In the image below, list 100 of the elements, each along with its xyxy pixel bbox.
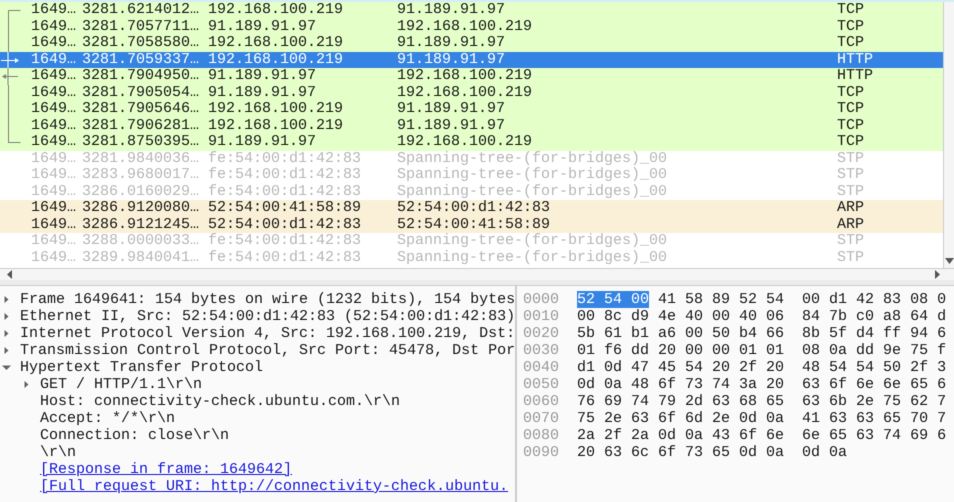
packet-protocol: ARP (837, 216, 866, 233)
hex-bytes: 01 f6 dd 20 00 00 01 01 (577, 342, 784, 359)
packet-row[interactable]: 1649… 3281.7906281… 192.168.100.219 91.189.91.97 TCP (0, 118, 943, 134)
detail-text: Transmission Control Protocol, Src Port: 45478, Dst Por (20, 342, 515, 359)
detail-text: Connection: close\r\n (40, 427, 230, 444)
packet-time: 3281.7905054… (82, 84, 200, 101)
packet-row[interactable]: 1649… 3281.7059337… 192.168.100.219 91.189.91.97 HTTP (0, 52, 943, 68)
packet-protocol: TCP (837, 84, 866, 101)
packet-number: 1649… (31, 200, 78, 216)
scroll-right-icon[interactable] (935, 270, 940, 279)
hex-offset: 0010 (523, 308, 560, 325)
packet-destination: Spanning-tree-(for-bridges)_00 (397, 150, 668, 167)
packet-source: fe:54:00:d1:42:83 (208, 233, 362, 250)
packet-source: fe:54:00:d1:42:83 (208, 250, 362, 266)
hex-bytes: 20 63 6c 6f 73 65 0d 0a (577, 444, 784, 461)
hex-bytes: 84 7b c0 a8 64 d (802, 308, 946, 325)
hex-bytes: 08 0a dd 9e 75 f (802, 342, 946, 359)
packet-source: 52:54:00:d1:42:83 (208, 216, 362, 233)
packet-protocol: STP (837, 233, 866, 250)
packet-time: 3281.6214012… (82, 2, 200, 18)
hex-bytes: 0d 0a 48 6f 73 74 3a 20 (577, 376, 784, 393)
detail-text: Internet Protocol Version 4, Src: 192.168.100.219, Dst: (20, 325, 515, 342)
packet-time: 3286.9121245… (82, 216, 200, 233)
hex-offset: 0040 (523, 359, 560, 376)
hex-offset: 0090 (523, 444, 560, 461)
hex-bytes: 6e 65 63 74 69 6 (802, 427, 946, 444)
packet-number: 1649… (31, 150, 78, 167)
scroll-down-icon[interactable] (944, 258, 954, 264)
packet-row[interactable]: 1649… 3281.7058580… 192.168.100.219 91.189.91.97 TCP (0, 35, 943, 52)
hex-bytes: d1 0d 47 45 54 20 2f 20 (577, 359, 784, 376)
packet-destination: 192.168.100.219 (397, 18, 534, 35)
packet-source: 192.168.100.219 (208, 2, 344, 18)
packet-destination: Spanning-tree-(for-bridges)_00 (397, 184, 668, 200)
packet-destination: Spanning-tree-(for-bridges)_00 (397, 250, 668, 266)
packet-number: 1649… (31, 68, 78, 84)
packet-row[interactable]: 1649… 3281.7057711… 91.189.91.97 192.168.100.219 TCP (0, 18, 943, 35)
detail-text: Accept: */*\r\n (40, 410, 176, 427)
packet-source: fe:54:00:d1:42:83 (208, 167, 362, 184)
packet-protocol: STP (837, 250, 866, 266)
hex-bytes: 41 58 89 52 54 (658, 291, 784, 308)
detail-link[interactable]: [Full request URI: http://connectivity-check.ubuntu. (40, 478, 508, 495)
packet-time: 3281.7058580… (82, 35, 200, 52)
packet-protocol: TCP (837, 35, 866, 52)
packet-destination: 52:54:00:d1:42:83 (397, 200, 552, 216)
detail-text: GET / HTTP/1.1\r\n (40, 376, 202, 393)
packet-protocol: STP (837, 167, 866, 184)
packet-protocol: STP (837, 184, 866, 200)
packet-row[interactable]: 1649… 3286.9120080… 52:54:00:41:58:89 52:54:00:d1:42:83 ARP (0, 200, 943, 216)
packet-time: 3281.7904950… (82, 68, 200, 84)
packet-row[interactable]: 1649… 3281.7904950… 91.189.91.97 192.168.100.219 HTTP (0, 68, 943, 84)
hex-bytes: 2a 2f 2a 0d 0a 43 6f 6e (577, 427, 784, 444)
collapsed-caret-icon[interactable] (2, 295, 11, 304)
packet-source: 91.189.91.97 (208, 68, 318, 84)
hex-bytes: 76 69 74 79 2d 63 68 65 (577, 393, 784, 410)
packet-number: 1649… (31, 134, 78, 150)
packet-number: 1649… (31, 35, 78, 52)
hex-bytes: 5b 61 b1 a6 00 50 b4 66 (577, 325, 784, 342)
packet-protocol: TCP (837, 101, 866, 118)
hex-bytes: 8b 5f d4 ff 94 6 (802, 325, 946, 342)
packet-protocol: HTTP (837, 52, 874, 68)
packet-row[interactable]: 1649… 3281.8750395… 91.189.91.97 192.168.100.219 TCP (0, 134, 943, 150)
packet-number: 1649… (31, 216, 78, 233)
horizontal-scrollbar[interactable] (0, 268, 954, 280)
detail-text: Ethernet II, Src: 52:54:00:d1:42:83 (52:54:00:d1:42:83) (20, 308, 515, 325)
collapsed-caret-icon[interactable] (2, 329, 11, 338)
packet-time: 3281.7057711… (82, 18, 200, 35)
packet-protocol: STP (837, 150, 866, 167)
packet-number: 1649… (31, 118, 78, 134)
hex-offset: 0070 (523, 410, 560, 427)
packet-row[interactable]: 1649… 3286.9121245… 52:54:00:d1:42:83 52:54:00:41:58:89 ARP (0, 216, 943, 233)
hex-bytes: 63 6f 6e 6e 65 6 (802, 376, 946, 393)
packet-number: 1649… (31, 250, 78, 266)
packet-destination: 192.168.100.219 (397, 68, 534, 84)
detail-text: Frame 1649641: 154 bytes on wire (1232 bits), 154 bytes (20, 291, 515, 308)
packet-row[interactable]: 1649… 3281.6214012… 192.168.100.219 91.189.91.97 TCP (0, 2, 943, 18)
hex-offset: 0060 (523, 393, 560, 410)
collapsed-caret-icon[interactable] (22, 380, 31, 389)
packet-row[interactable]: 1649… 3281.7905054… 91.189.91.97 192.168.100.219 TCP (0, 84, 943, 101)
detail-text: \r\n (40, 444, 76, 461)
hex-offset: 0050 (523, 376, 560, 393)
detail-link[interactable]: [Response in frame: 1649642] (40, 461, 292, 478)
hex-bytes: 0d 0a (802, 444, 848, 461)
packet-time: 3281.7906281… (82, 118, 200, 134)
packet-source: 91.189.91.97 (208, 84, 318, 101)
packet-source: 91.189.91.97 (208, 134, 318, 150)
hex-offset: 0000 (523, 291, 560, 308)
collapsed-caret-icon[interactable] (2, 312, 11, 321)
packet-source: 192.168.100.219 (208, 118, 344, 134)
packet-protocol: HTTP (837, 68, 874, 84)
hex-bytes: 48 54 54 50 2f 3 (802, 359, 946, 376)
packet-row[interactable]: 1649… 3281.7905646… 192.168.100.219 91.189.91.97 TCP (0, 101, 943, 118)
scroll-left-icon[interactable] (7, 270, 12, 279)
collapsed-caret-icon[interactable] (2, 346, 11, 355)
packet-protocol: TCP (837, 18, 866, 35)
vertical-scrollbar[interactable] (943, 2, 954, 268)
packet-time: 3281.9840036… (82, 150, 200, 167)
expanded-caret-icon[interactable] (2, 363, 11, 372)
hex-offset: 0030 (523, 342, 560, 359)
hex-bytes: 41 63 63 65 70 7 (802, 410, 946, 427)
packet-time: 3281.7905646… (82, 101, 200, 118)
